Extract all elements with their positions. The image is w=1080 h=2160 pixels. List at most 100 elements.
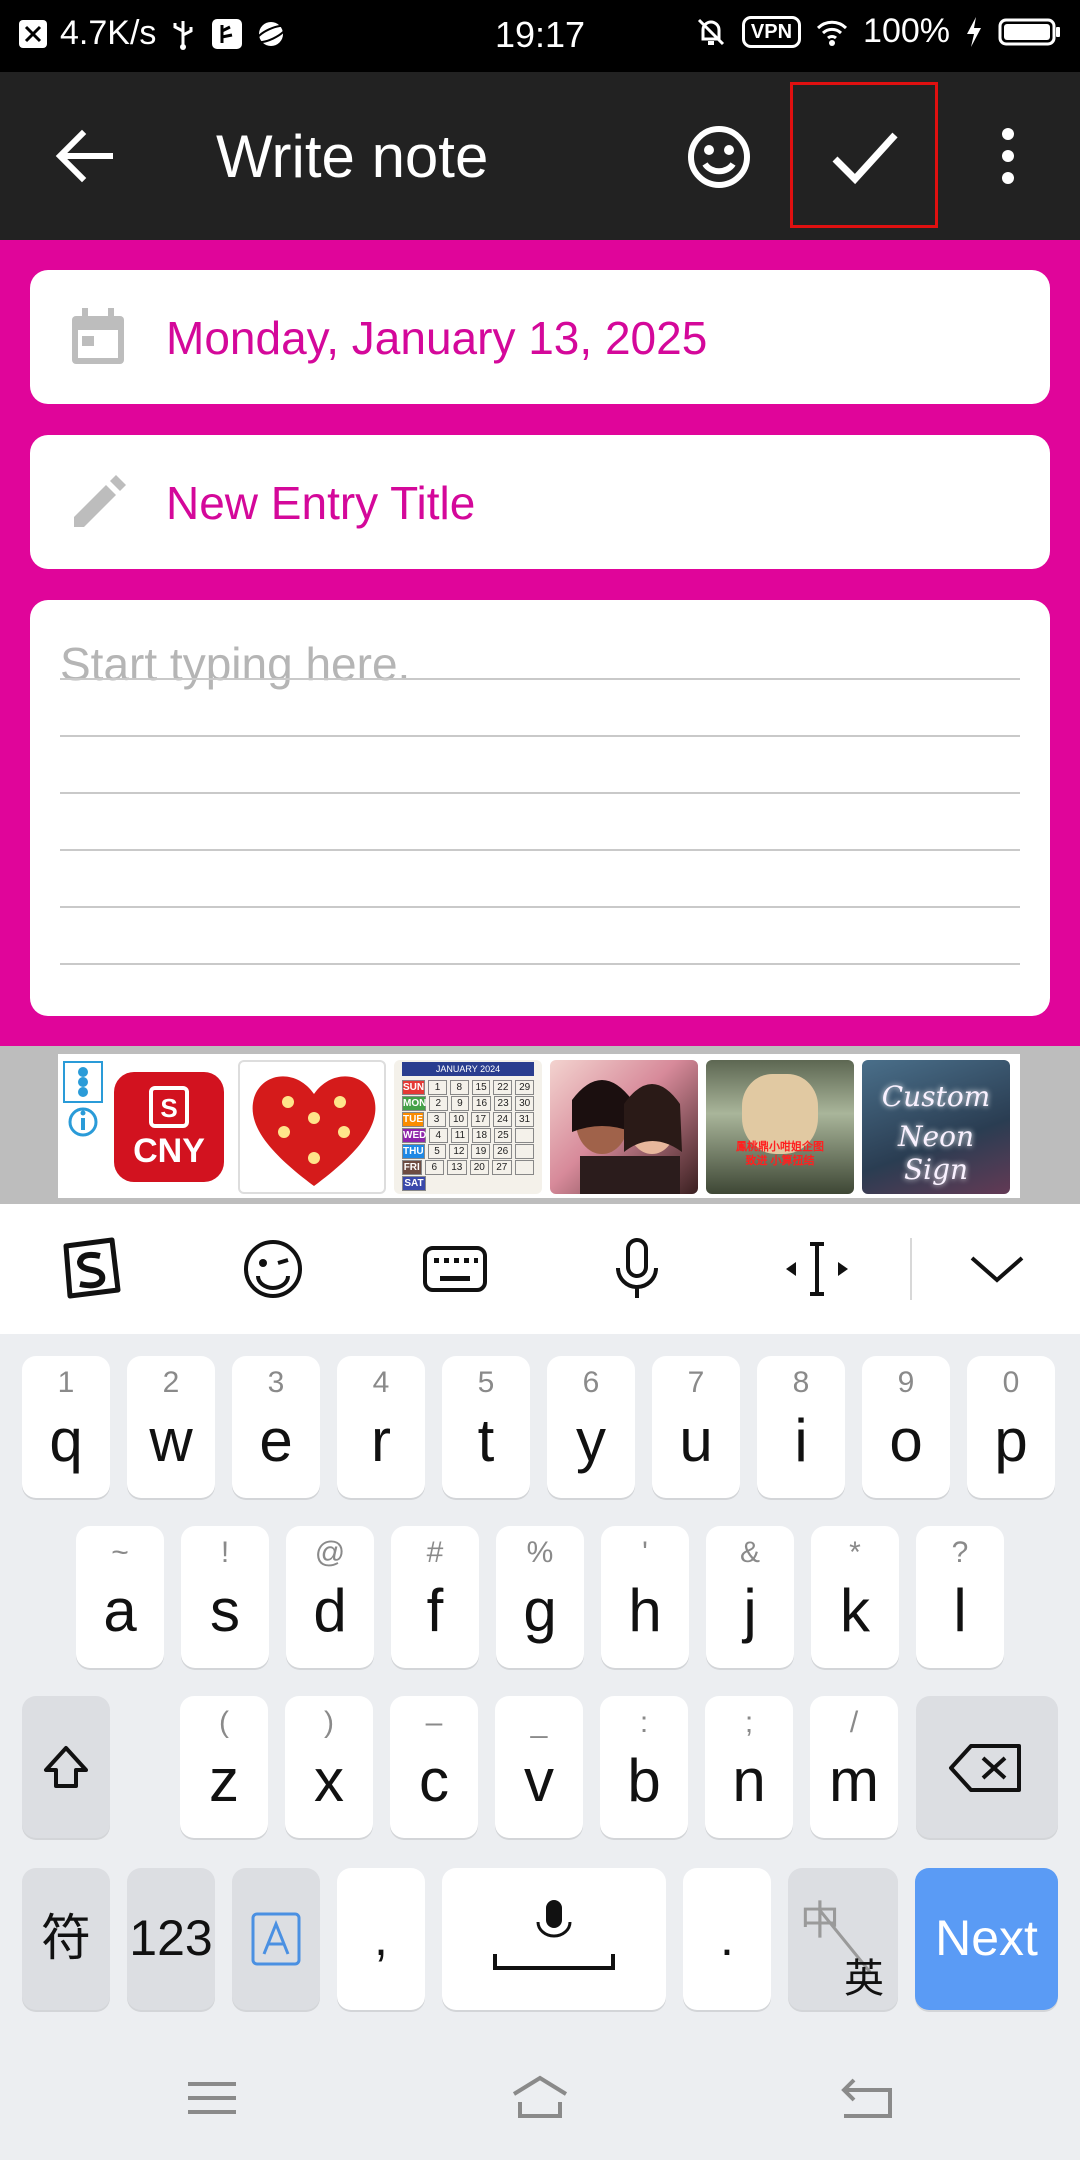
- key-s[interactable]: ! s: [181, 1526, 269, 1668]
- key-n[interactable]: ; n: [705, 1696, 793, 1838]
- key-letter: n: [732, 1747, 766, 1814]
- key-b[interactable]: :b: [600, 1696, 688, 1838]
- ad-thumb-neon-sign[interactable]: Custom Neon Sign: [862, 1060, 1010, 1194]
- calendar-cell: 3: [427, 1112, 446, 1127]
- body-textarea[interactable]: Start typing here.: [30, 600, 1050, 1016]
- microphone-icon[interactable]: [602, 1234, 672, 1304]
- next-key[interactable]: Next: [915, 1868, 1058, 2010]
- body-placeholder: Start typing here.: [60, 638, 411, 690]
- ad-thumb-heart-lamp[interactable]: [238, 1060, 386, 1194]
- key-k[interactable]: * k: [811, 1526, 899, 1668]
- key-g[interactable]: % g: [496, 1526, 584, 1668]
- key-letter: j: [743, 1577, 757, 1644]
- status-right: VPN 100%: [694, 12, 1062, 51]
- key-c[interactable]: – c: [390, 1696, 478, 1838]
- ad-choices-icon[interactable]: [62, 1060, 104, 1190]
- key-f[interactable]: # f: [391, 1526, 479, 1668]
- key-j[interactable]: & j: [706, 1526, 794, 1668]
- space-key[interactable]: [442, 1868, 666, 2010]
- calendar-cell: 31: [515, 1112, 534, 1127]
- keyboard-layout-icon[interactable]: [420, 1234, 490, 1304]
- key-i[interactable]: 8i: [757, 1356, 845, 1498]
- shopee-bag-icon: S: [149, 1086, 189, 1128]
- language-switch-key[interactable]: 中 英: [788, 1868, 898, 2010]
- comma-key[interactable]: ,: [337, 1868, 425, 2010]
- calendar-day-label: THU: [402, 1144, 425, 1159]
- key-hint: ~: [111, 1536, 129, 1569]
- next-label: Next: [935, 1910, 1038, 1966]
- app-bar: Write note: [0, 72, 1080, 240]
- key-hint: _: [530, 1706, 548, 1739]
- key-w[interactable]: 2w: [127, 1356, 215, 1498]
- note-editor: Monday, January 13, 2025 New Entry Title…: [0, 240, 1080, 1046]
- key-letter: b: [627, 1747, 661, 1814]
- key-o[interactable]: 9o: [862, 1356, 950, 1498]
- key-e[interactable]: 3e: [232, 1356, 320, 1498]
- key-p[interactable]: 0p: [967, 1356, 1055, 1498]
- key-hint: #: [426, 1536, 444, 1569]
- back-nav-icon[interactable]: [838, 2072, 898, 2124]
- doll-caption: 鳳桃鼎小咁姐企图致进 小算扭结: [736, 1141, 824, 1167]
- calendar-row: TUE 3 10 17 24 31: [402, 1112, 534, 1127]
- more-options-button[interactable]: [990, 124, 1026, 188]
- status-bar: 4.7K/s 19:17 VPN 100%: [0, 0, 1080, 72]
- calendar-cell: 5: [427, 1144, 447, 1159]
- key-hint: /: [849, 1706, 859, 1739]
- key-letter: z: [209, 1747, 239, 1814]
- period-key[interactable]: .: [683, 1868, 771, 2010]
- calendar-cell: 20: [469, 1160, 489, 1175]
- english-mode-key[interactable]: [232, 1868, 320, 2010]
- date-field[interactable]: Monday, January 13, 2025: [30, 270, 1050, 404]
- page-title: Write note: [216, 123, 489, 190]
- key-d[interactable]: @ d: [286, 1526, 374, 1668]
- key-m[interactable]: / m: [810, 1696, 898, 1838]
- key-r[interactable]: 4r: [337, 1356, 425, 1498]
- ad-thumb-doll[interactable]: 鳳桃鼎小咁姐企图致进 小算扭结: [706, 1060, 854, 1194]
- calendar-row: FRI 6 13 20 27: [402, 1160, 534, 1175]
- calendar-cell: 22: [493, 1080, 513, 1095]
- calendar-header: JANUARY 2024: [402, 1062, 534, 1076]
- key-q[interactable]: 1q: [22, 1356, 110, 1498]
- back-button[interactable]: [50, 124, 120, 188]
- emoji-button[interactable]: [684, 122, 754, 192]
- cny-label: CNY: [133, 1132, 205, 1170]
- ad-content[interactable]: S CNY JANUARY 2024 SUN 1 8 15 22 29 MON 2 9 16 23 3…: [58, 1054, 1020, 1198]
- ad-thumb-shopee-cny[interactable]: S CNY: [106, 1060, 254, 1194]
- calendar-day-label: SUN: [402, 1080, 426, 1095]
- calendar-cell: 17: [471, 1112, 490, 1127]
- note-line: [60, 963, 1020, 965]
- chevron-down-icon[interactable]: [962, 1234, 1032, 1304]
- key-l[interactable]: ? l: [916, 1526, 1004, 1668]
- key-t[interactable]: 5t: [442, 1356, 530, 1498]
- save-check-button[interactable]: [790, 82, 938, 228]
- calendar-cell: 27: [492, 1160, 512, 1175]
- home-icon[interactable]: [510, 2072, 570, 2124]
- key-x[interactable]: ) x: [285, 1696, 373, 1838]
- calendar-cell: [514, 1160, 534, 1175]
- calendar-cell: 29: [515, 1080, 535, 1095]
- key-letter: r: [371, 1407, 391, 1474]
- cursor-move-icon[interactable]: [782, 1234, 852, 1304]
- key-h[interactable]: ' h: [601, 1526, 689, 1668]
- key-hint: 6: [582, 1366, 600, 1399]
- recents-menu-icon[interactable]: [182, 2072, 242, 2124]
- numbers-key[interactable]: 123: [127, 1868, 215, 2010]
- emoji-keyboard-icon[interactable]: [238, 1234, 308, 1304]
- title-field[interactable]: New Entry Title: [30, 435, 1050, 569]
- symbols-key[interactable]: 符: [22, 1868, 110, 2010]
- key-z[interactable]: (z: [180, 1696, 268, 1838]
- key-a[interactable]: ~ a: [76, 1526, 164, 1668]
- shift-key[interactable]: [22, 1696, 110, 1838]
- key-u[interactable]: 7u: [652, 1356, 740, 1498]
- key-letter: m: [829, 1747, 879, 1814]
- calendar-cell: [515, 1144, 535, 1159]
- key-v[interactable]: _ v: [495, 1696, 583, 1838]
- ad-thumb-calendar[interactable]: JANUARY 2024 SUN 1 8 15 22 29 MON 2 9 16 23 30 TUE 3 1…: [394, 1060, 542, 1194]
- sogou-logo-icon[interactable]: [56, 1234, 126, 1304]
- key-letter: g: [523, 1577, 557, 1644]
- key-y[interactable]: 6y: [547, 1356, 635, 1498]
- ad-thumb-portrait[interactable]: [550, 1060, 698, 1194]
- backspace-key[interactable]: [916, 1696, 1058, 1838]
- calendar-day-label: SAT: [402, 1176, 426, 1191]
- calendar-cell: 12: [449, 1144, 469, 1159]
